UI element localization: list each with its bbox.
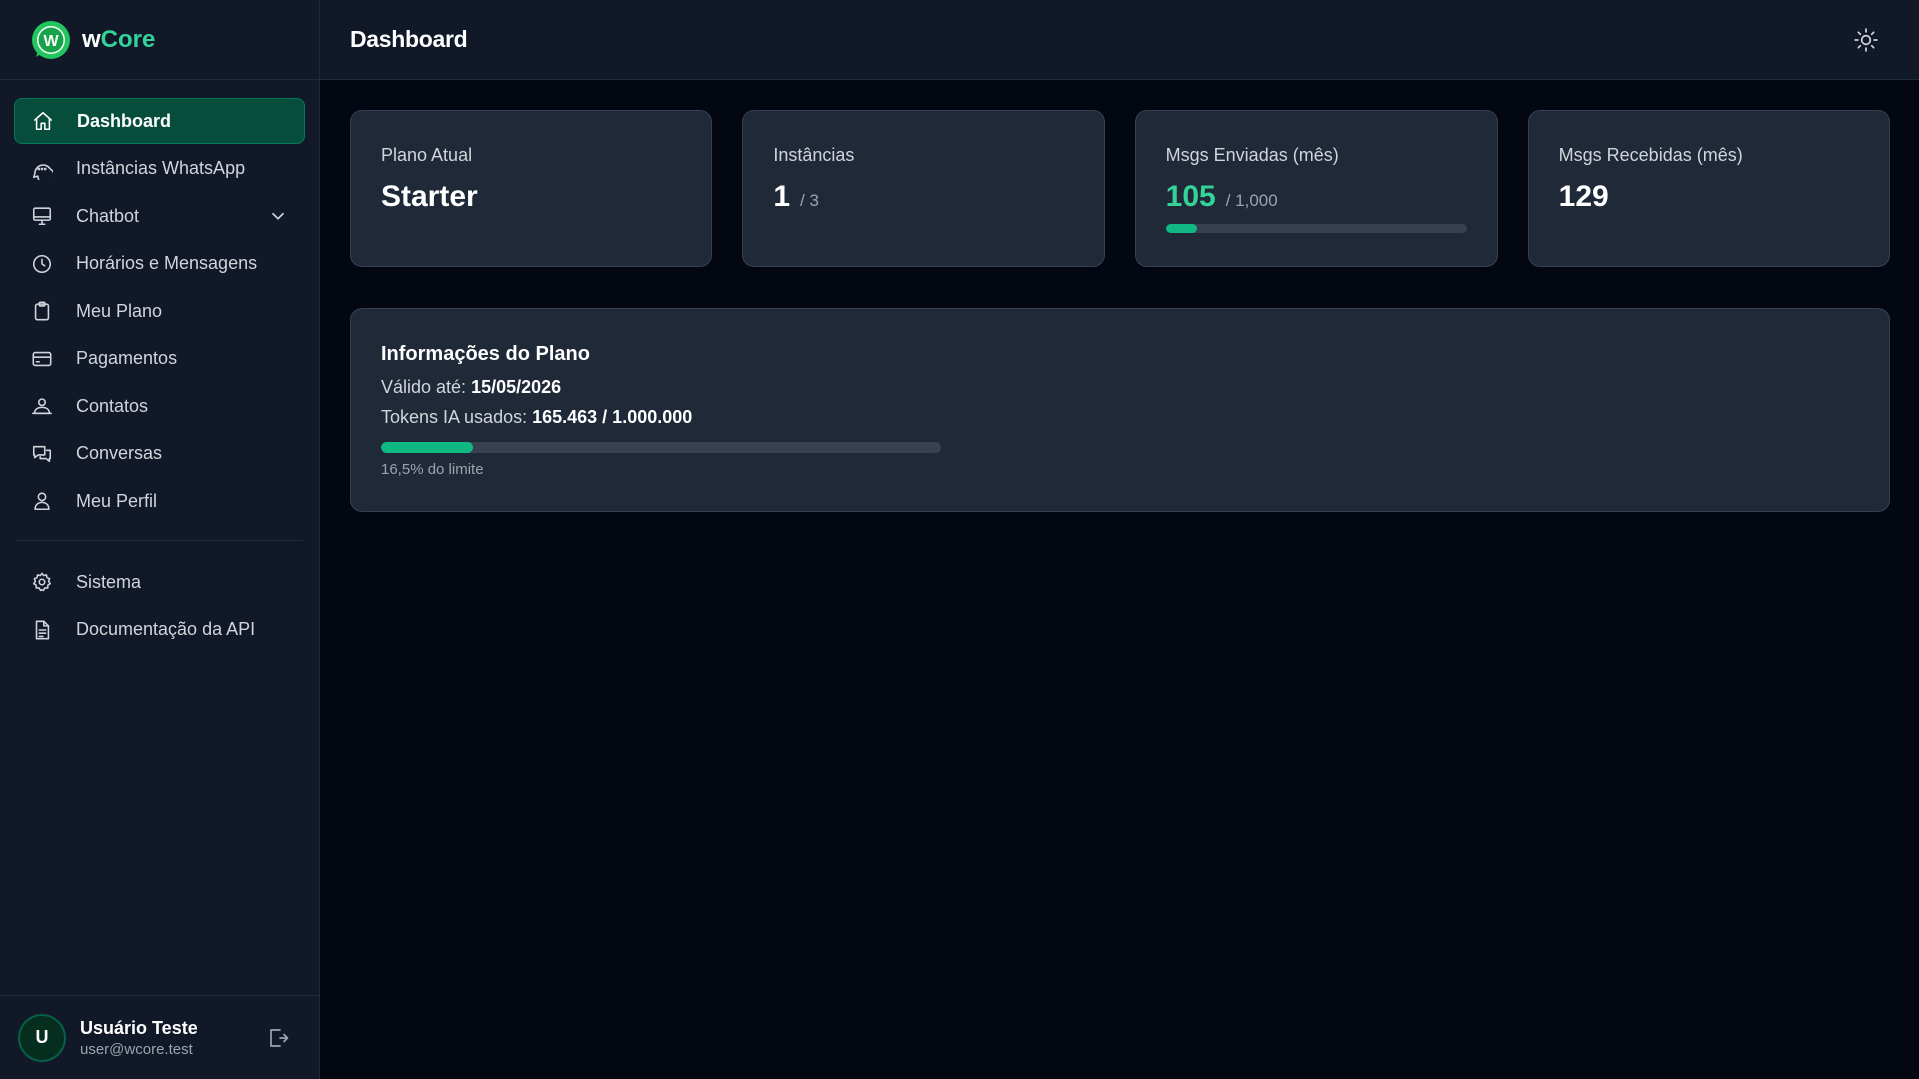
message-circle-icon: [30, 157, 54, 181]
sidebar-item-label: Horários e Mensagens: [76, 253, 258, 273]
plan-tokens-value: 165.463 / 1.000.000: [532, 407, 693, 427]
sidebar-item-sistema[interactable]: Sistema: [14, 559, 305, 605]
user-name: Usuário Teste: [80, 1017, 198, 1038]
stat-value-row: Starter: [381, 180, 681, 214]
logout-icon[interactable]: [266, 1026, 290, 1050]
user-email: user@wcore.test: [80, 1040, 193, 1058]
stat-value: 1: [773, 180, 791, 213]
plan-tokens-line: Tokens IA usados: 165.463 / 1.000.000: [381, 407, 1859, 428]
tokens-progress-fill: [381, 442, 474, 453]
plan-tokens-label: Tokens IA usados:: [381, 407, 528, 427]
whatsapp-logo-icon: W: [32, 20, 70, 59]
sidebar-nav: Dashboard Instâncias WhatsApp Chatbot Ho…: [0, 80, 319, 653]
gear-icon: [30, 570, 54, 594]
home-icon: [31, 109, 55, 133]
stat-card-plan: Plano Atual Starter: [350, 110, 713, 267]
stat-label: Msgs Recebidas (mês): [1558, 145, 1743, 165]
sent-progress-bar: [1165, 224, 1467, 233]
chevron-down-icon[interactable]: [267, 205, 289, 227]
sidebar: W wCore Dashboard Instâncias WhatsApp Ch…: [0, 0, 320, 1079]
page-title: Dashboard: [350, 26, 468, 52]
stat-card-received: Msgs Recebidas (mês) 129: [1527, 110, 1890, 267]
sidebar-item-label: Contatos: [76, 395, 149, 416]
user-info: Usuário Teste user@wcore.test: [80, 1018, 198, 1058]
plan-valid-value: 15/05/2026: [471, 377, 562, 397]
stat-label: Instâncias: [773, 145, 855, 165]
sidebar-item-meu-perfil[interactable]: Meu Perfil: [14, 478, 305, 524]
stat-label: Msgs Enviadas (mês): [1165, 145, 1339, 165]
sidebar-item-meu-plano[interactable]: Meu Plano: [14, 288, 305, 334]
stat-label: Plano Atual: [381, 145, 473, 165]
logo-letter: W: [43, 33, 59, 50]
sidebar-item-label: Documentação da API: [76, 619, 256, 639]
user-profile: U Usuário Teste user@wcore.test: [0, 995, 320, 1079]
brand-name-rest: Core: [100, 25, 156, 53]
stat-value-row: 129: [1559, 180, 1859, 214]
plan-valid-label: Válido até:: [381, 377, 467, 397]
sidebar-item-chatbot[interactable]: Chatbot: [14, 193, 305, 239]
sidebar-item-dashboard[interactable]: Dashboard: [14, 98, 305, 144]
plan-info-panel: Informações do Plano Válido até: 15/05/2…: [350, 308, 1890, 512]
sidebar-item-contatos[interactable]: Contatos: [14, 383, 305, 429]
plan-info-title: Informações do Plano: [381, 343, 590, 365]
chat-bubbles-icon: [30, 442, 54, 466]
stat-limit: / 1,000: [1225, 191, 1278, 210]
stat-card-sent: Msgs Enviadas (mês) 105 / 1,000: [1134, 110, 1498, 267]
stat-limit: / 3: [800, 191, 819, 210]
monitor-icon: [30, 204, 54, 228]
plan-valid-line: Válido até: 15/05/2026: [381, 377, 1859, 398]
credit-card-icon: [30, 347, 54, 371]
main-content: Plano Atual Starter Instâncias 1 / 3 Msg…: [350, 110, 1890, 512]
sidebar-item-label: Dashboard: [77, 110, 172, 131]
stat-value-row: 105 / 1,000: [1166, 180, 1467, 214]
tokens-progress-bar: [381, 442, 941, 453]
sent-progress-fill: [1165, 224, 1198, 233]
sidebar-item-conversas[interactable]: Conversas: [14, 431, 305, 477]
top-bar: Dashboard: [320, 0, 1919, 80]
brand-name-prefix: w: [82, 25, 101, 53]
stat-value: 105: [1165, 180, 1216, 213]
avatar[interactable]: U: [18, 1013, 66, 1062]
sidebar-item-label: Instâncias WhatsApp: [76, 158, 246, 178]
clock-icon: [30, 252, 54, 276]
sidebar-item-label: Meu Perfil: [76, 490, 158, 511]
sidebar-item-label: Chatbot: [76, 205, 140, 226]
sidebar-item-horarios-mensagens[interactable]: Horários e Mensagens: [14, 241, 305, 287]
users-icon: [30, 394, 54, 418]
sidebar-item-label: Pagamentos: [76, 348, 178, 368]
clipboard-icon: [30, 299, 54, 323]
brand-name: wCore: [82, 26, 155, 54]
document-icon: [30, 618, 54, 642]
tokens-usage-note: 16,5% do limite: [381, 461, 484, 478]
sidebar-item-label: Sistema: [76, 571, 142, 592]
stat-card-instances: Instâncias 1 / 3: [742, 110, 1105, 267]
sidebar-item-documentacao-api[interactable]: Documentação da API: [14, 607, 305, 653]
sidebar-item-label: Conversas: [76, 443, 163, 463]
sidebar-item-label: Meu Plano: [76, 300, 163, 321]
stat-value-row: 1 / 3: [773, 180, 1073, 214]
sidebar-item-instancias-whatsapp[interactable]: Instâncias WhatsApp: [14, 146, 305, 192]
user-icon: [30, 489, 54, 513]
sun-icon[interactable]: [1853, 27, 1879, 53]
brand[interactable]: W wCore: [0, 0, 319, 80]
sidebar-item-pagamentos[interactable]: Pagamentos: [14, 336, 305, 382]
stat-value: 129: [1558, 180, 1609, 213]
stats-cards: Plano Atual Starter Instâncias 1 / 3 Msg…: [350, 110, 1890, 267]
sidebar-divider: [16, 540, 303, 541]
stat-value: Starter: [381, 180, 478, 213]
